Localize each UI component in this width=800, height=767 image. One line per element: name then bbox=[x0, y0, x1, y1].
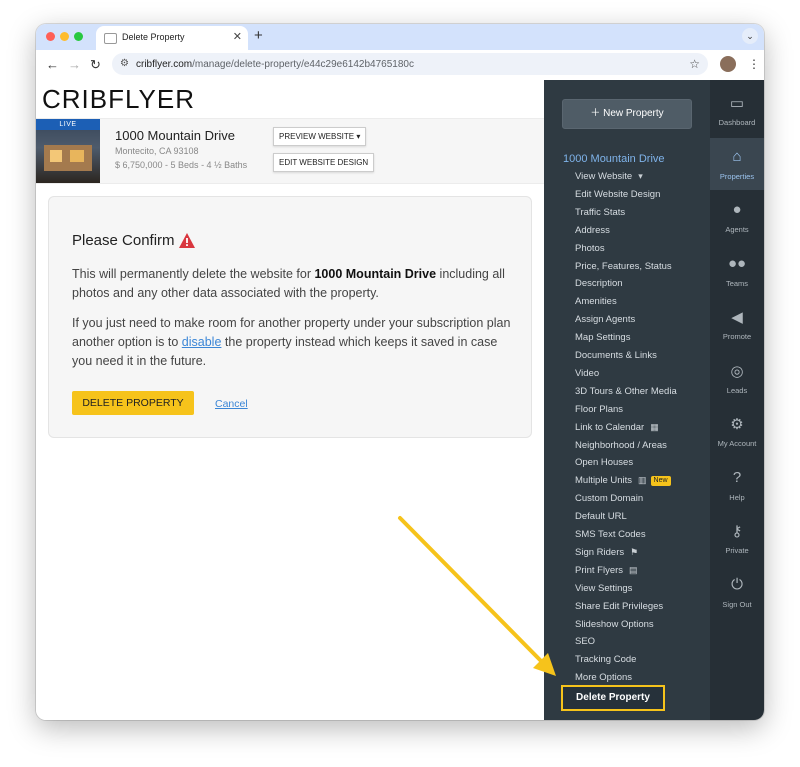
annotation-arrow bbox=[398, 516, 556, 676]
browser-window: Delete Property ✕ + ⌄ ← → ↻ ⚙ cribflyer.… bbox=[36, 24, 764, 720]
